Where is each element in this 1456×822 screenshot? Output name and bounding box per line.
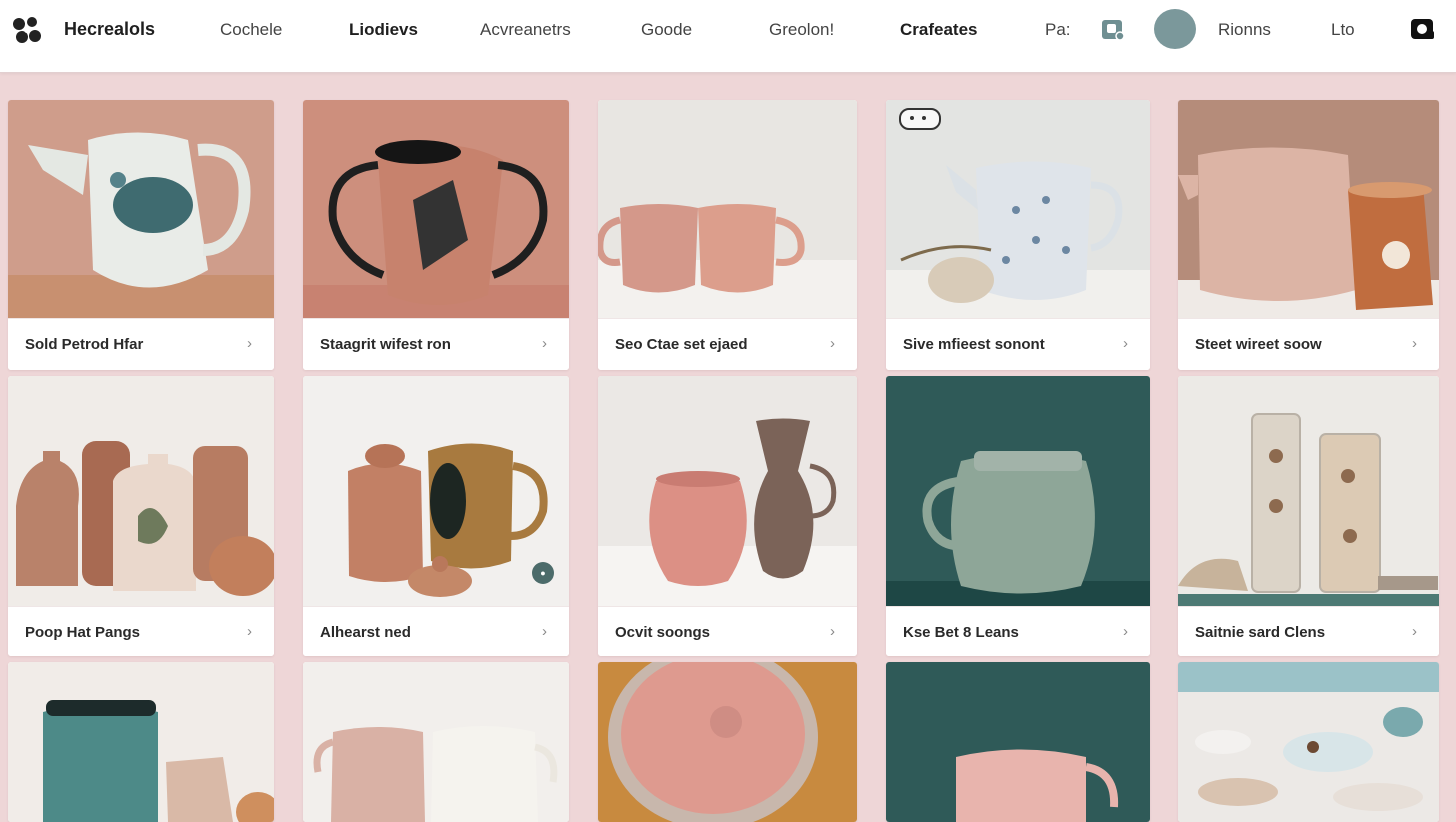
nav-link-6[interactable]: Crafeates [900,20,978,40]
product-caption: Ocvit soongs › [598,606,857,656]
product-image [1178,376,1439,606]
product-card[interactable] [1178,662,1439,822]
product-title: Seo Ctae set ejaed [615,336,748,353]
product-caption: Seo Ctae set ejaed › [598,318,857,370]
product-caption: Alhearst ned › [303,606,569,656]
chevron-right-icon[interactable]: › [542,335,547,352]
image-badge [899,108,941,130]
product-image [8,662,274,822]
product-image [886,662,1150,822]
product-image [8,100,274,318]
product-card[interactable]: Poop Hat Pangs › [8,376,274,656]
product-card[interactable]: Ocvit soongs › [598,376,857,656]
nav-link-2[interactable]: Liodievs [349,20,418,40]
product-image [8,376,274,606]
product-card[interactable]: Sold Petrod Hfar › [8,100,274,370]
product-caption: Sive mfieest sonont › [886,318,1150,370]
product-title: Sold Petrod Hfar [25,336,144,353]
product-card[interactable]: Seo Ctae set ejaed › [598,100,857,370]
chevron-right-icon[interactable]: › [247,335,252,352]
product-card[interactable]: Sive mfieest sonont › [886,100,1150,370]
product-image [1178,662,1439,822]
product-card[interactable] [886,662,1150,822]
product-image [598,662,857,822]
product-card[interactable] [303,662,569,822]
product-title: Alhearst ned [320,624,411,641]
product-image [1178,100,1439,318]
product-caption: Sold Petrod Hfar › [8,318,274,370]
product-card[interactable]: Saitnie sard Clens › [1178,376,1439,656]
chevron-right-icon[interactable]: › [830,623,835,640]
product-card[interactable] [8,662,274,822]
brand-name[interactable]: Hecrealols [64,19,155,40]
product-caption: Saitnie sard Clens › [1178,606,1439,656]
nav-link-3[interactable]: Acvreanetrs [480,20,571,40]
nav-link-7[interactable]: Pa: [1045,20,1071,40]
product-title: Steet wireet soow [1195,336,1322,353]
product-image [886,376,1150,606]
product-card[interactable]: Staagrit wifest ron › [303,100,569,370]
chevron-right-icon[interactable]: › [542,623,547,640]
nav-link-1[interactable]: Cochele [220,20,282,40]
product-card[interactable]: Steet wireet soow › [1178,100,1439,370]
product-image [303,662,569,822]
product-title: Saitnie sard Clens [1195,624,1326,641]
product-image: ● [303,376,569,606]
nav-link-5[interactable]: Greolon! [769,20,834,40]
top-navigation-bar: Hecrealols Cochele Liodievs Acvreanetrs … [0,0,1456,73]
product-title: Kse Bet 8 Leans [903,624,1019,641]
nav-link-8[interactable]: Rionns [1218,20,1271,40]
product-card[interactable]: Kse Bet 8 Leans › [886,376,1150,656]
chevron-right-icon[interactable]: › [247,623,252,640]
product-caption: Staagrit wifest ron › [303,318,569,370]
product-image [886,100,1150,318]
product-title: Staagrit wifest ron [320,336,451,353]
shopping-bag-icon[interactable] [1100,16,1126,42]
chevron-right-icon[interactable]: › [1412,623,1417,640]
nav-link-4[interactable]: Goode [641,20,692,40]
product-title: Poop Hat Pangs [25,624,141,641]
product-caption: Poop Hat Pangs › [8,606,274,656]
message-icon[interactable] [1410,18,1436,42]
product-card[interactable] [598,662,857,822]
product-image [303,100,569,318]
chevron-right-icon[interactable]: › [830,335,835,352]
product-image [598,376,857,606]
product-caption: Steet wireet soow › [1178,318,1439,370]
product-card[interactable]: ● Alhearst ned › [303,376,569,656]
chevron-right-icon[interactable]: › [1123,623,1128,640]
product-grid: Sold Petrod Hfar › Staagrit wifest ron › [0,72,1456,822]
chevron-right-icon[interactable]: › [1123,335,1128,352]
nav-link-9[interactable]: Lto [1331,20,1355,40]
product-title: Ocvit soongs [615,624,711,641]
chevron-right-icon[interactable]: › [1412,335,1417,352]
logo-icon[interactable] [10,14,44,48]
product-title: Sive mfieest sonont [903,336,1045,353]
product-image [598,100,857,318]
user-avatar[interactable] [1154,9,1196,49]
favorite-icon[interactable]: ● [532,562,554,584]
product-caption: Kse Bet 8 Leans › [886,606,1150,656]
